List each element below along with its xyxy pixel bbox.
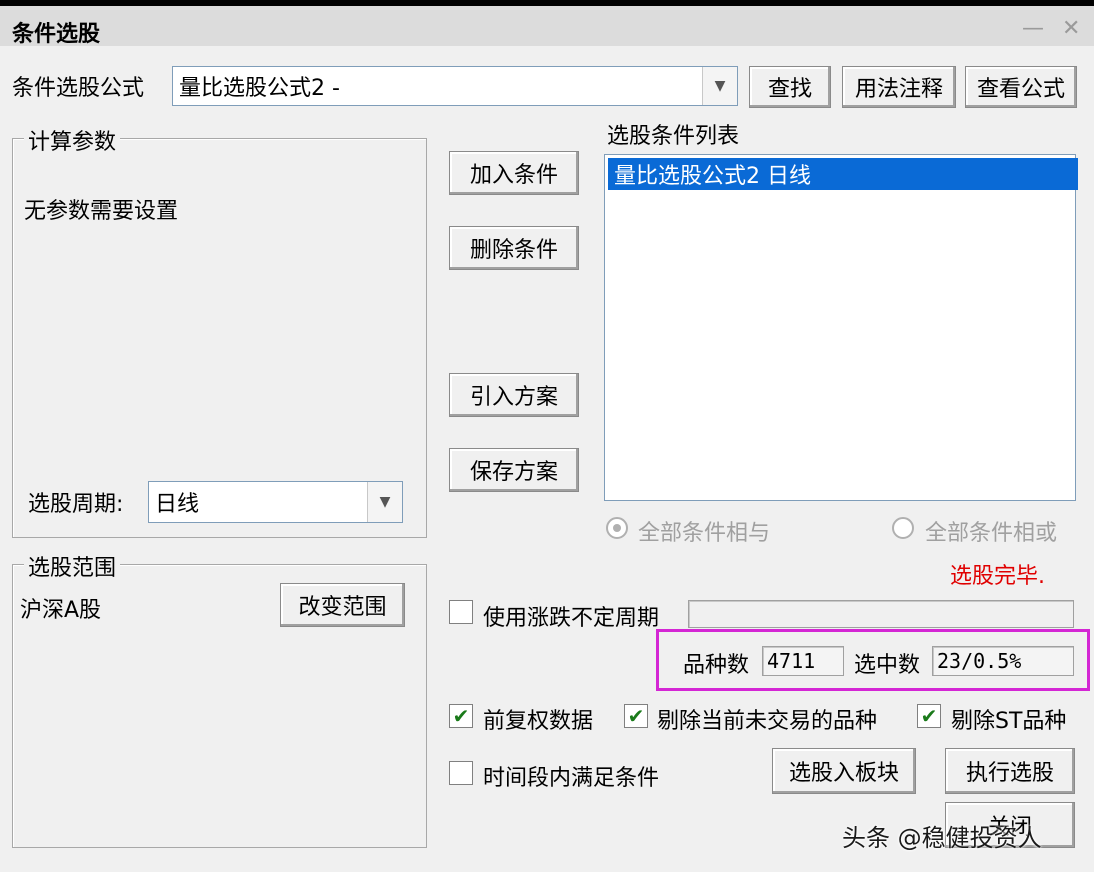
adjusted-checkbox[interactable]: ✔ (449, 704, 473, 728)
params-group-label: 计算参数 (24, 124, 121, 156)
chevron-down-icon[interactable]: ▼ (367, 482, 402, 522)
exclude-st-checkbox[interactable]: ✔ (917, 704, 941, 728)
time-range-checkbox[interactable] (449, 761, 473, 785)
to-block-button[interactable]: 选股入板块 (772, 748, 916, 794)
conditions-label: 选股条件列表 (607, 124, 740, 149)
scope-group-label: 选股范围 (24, 550, 121, 582)
conditions-list[interactable]: 量比选股公式2 日线 (604, 154, 1078, 501)
selected-value: 23/0.5% (932, 646, 1074, 676)
period-select-value: 日线 (155, 492, 200, 517)
exclude-st-label: 剔除ST品种 (951, 709, 1067, 734)
adjusted-label: 前复权数据 (483, 709, 594, 734)
scope-value: 沪深A股 (20, 598, 102, 623)
exclude-untraded-label: 剔除当前未交易的品种 (657, 709, 878, 734)
import-plan-button[interactable]: 引入方案 (449, 373, 579, 417)
execute-button[interactable]: 执行选股 (945, 748, 1075, 794)
exclude-untraded-checkbox[interactable]: ✔ (624, 704, 648, 728)
variable-period-label: 使用涨跌不定周期 (483, 606, 660, 631)
and-radio-label: 全部条件相与 (638, 521, 771, 546)
find-button[interactable]: 查找 (749, 66, 831, 108)
minimize-icon[interactable]: — (1022, 16, 1044, 41)
delete-condition-button[interactable]: 删除条件 (449, 226, 579, 270)
count-value: 4711 (762, 646, 844, 676)
formula-label: 条件选股公式 (12, 76, 145, 101)
status-text: 选股完毕. (950, 564, 1045, 589)
period-select[interactable]: 日线 ▼ (148, 481, 403, 523)
time-range-label: 时间段内满足条件 (483, 766, 660, 791)
add-condition-button[interactable]: 加入条件 (449, 151, 579, 195)
chevron-down-icon[interactable]: ▼ (702, 67, 737, 105)
selected-label: 选中数 (854, 653, 921, 678)
or-radio[interactable] (892, 517, 914, 539)
title-bar: 条件选股 — ✕ (0, 6, 1094, 47)
usage-button[interactable]: 用法注释 (842, 66, 956, 108)
change-scope-button[interactable]: 改变范围 (280, 583, 405, 627)
variable-period-field[interactable] (688, 600, 1074, 628)
save-plan-button[interactable]: 保存方案 (449, 448, 579, 492)
or-radio-label: 全部条件相或 (925, 521, 1058, 546)
view-formula-button[interactable]: 查看公式 (965, 66, 1077, 108)
formula-select[interactable]: 量比选股公式2 - ▼ (172, 66, 738, 106)
watermark: 头条 @稳健投资人 (842, 824, 1042, 852)
variable-period-checkbox[interactable] (449, 600, 473, 624)
window-title: 条件选股 (12, 22, 101, 47)
count-label: 品种数 (683, 653, 750, 678)
and-radio[interactable] (606, 517, 628, 539)
period-label: 选股周期: (28, 492, 124, 517)
params-message: 无参数需要设置 (24, 199, 179, 224)
list-item[interactable]: 量比选股公式2 日线 (608, 158, 1078, 190)
formula-select-value: 量比选股公式2 - (179, 76, 340, 101)
close-icon[interactable]: ✕ (1062, 16, 1080, 41)
